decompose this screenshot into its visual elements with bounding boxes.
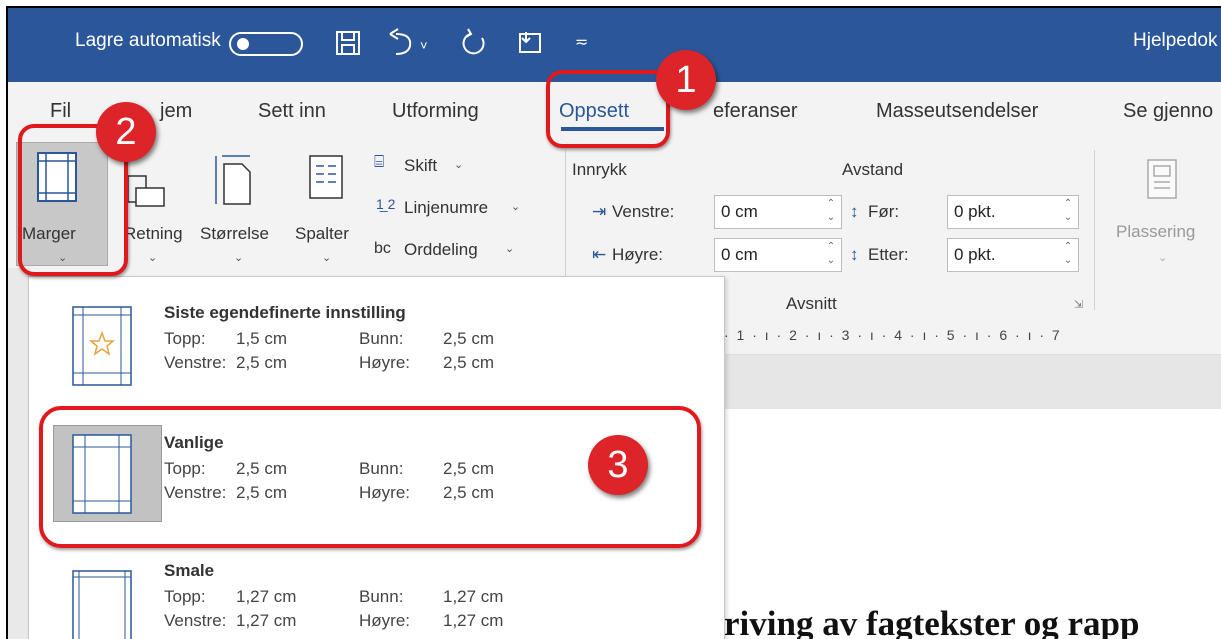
spacing-after-spinner[interactable]: ⌃ ⌄ xyxy=(1061,240,1075,270)
paragraph-group-label: Avsnitt xyxy=(786,294,837,313)
indent-left-icon: ⇥ xyxy=(592,202,607,221)
narrow-margins-icon xyxy=(72,570,132,639)
indent-left-spinner[interactable]: ⌃ ⌄ xyxy=(824,197,838,227)
spacing-before-spinner[interactable]: ⌃ ⌄ xyxy=(1061,197,1075,227)
breaks-button[interactable]: Skift xyxy=(404,156,437,176)
line-numbers-chevron-icon: ⌄ xyxy=(511,201,521,213)
left-margin-area xyxy=(8,268,30,639)
word-window: Lagre automatisk ˅ ≂ Hjelpedok Fil jem S… xyxy=(6,6,1221,639)
last-custom-bottom-value: 2,5 cm xyxy=(443,329,495,348)
narrow-title: Smale xyxy=(164,561,215,580)
breaks-chevron-icon: ⌄ xyxy=(454,159,464,171)
document-page[interactable]: riving av fagtekster og rapp xyxy=(724,409,1221,639)
ruler-ticks: · 1 · ı · 2 · ı · 3 · ı · 4 · ı · 5 · ı … xyxy=(724,327,1062,343)
last-custom-title: Siste egendefinerte innstilling xyxy=(164,303,406,322)
last-custom-left-label: Venstre: xyxy=(164,353,227,372)
indent-right-spinner[interactable]: ⌃ ⌄ xyxy=(824,240,838,270)
ribbon-separator xyxy=(1094,150,1095,310)
undo-dropdown-chevron-icon[interactable]: ˅ xyxy=(420,38,428,53)
columns-icon xyxy=(309,155,343,199)
orientation-label[interactable]: Retning xyxy=(124,224,183,244)
document-background xyxy=(724,355,1221,409)
indent-heading: Innrykk xyxy=(572,160,627,179)
orientation-icon xyxy=(127,175,165,207)
indent-left-label: Venstre: xyxy=(612,202,675,221)
narrow-right-value: 1,27 cm xyxy=(443,611,504,630)
callout-badge-1: 1 xyxy=(656,50,716,110)
spacing-after-input[interactable]: 0 pkt. xyxy=(947,238,1079,272)
spacing-after-label: Etter: xyxy=(868,245,909,264)
save-icon[interactable] xyxy=(333,28,363,58)
orientation-chevron-icon: ⌄ xyxy=(148,252,158,264)
tab-masseutsendelser[interactable]: Masseutsendelser xyxy=(876,100,1038,123)
last-custom-top-value: 1,5 cm xyxy=(236,329,288,348)
callout-badge-2: 2 xyxy=(96,102,156,162)
callout-badge-3: 3 xyxy=(588,435,648,495)
columns-label[interactable]: Spalter xyxy=(295,224,349,244)
narrow-right-label: Høyre: xyxy=(359,611,410,630)
customize-qat-icon[interactable]: ≂ xyxy=(575,32,588,52)
paragraph-dialog-launcher-icon[interactable]: ⇲ xyxy=(1074,298,1083,311)
narrow-top-value: 1,27 cm xyxy=(236,587,297,606)
tab-fil[interactable]: Fil xyxy=(50,100,71,123)
last-custom-bottom-label: Bunn: xyxy=(359,329,404,348)
position-label[interactable]: Plassering xyxy=(1116,222,1195,242)
document-heading[interactable]: riving av fagtekster og rapp xyxy=(724,604,1139,639)
narrow-top-label: Topp: xyxy=(164,587,206,606)
spacing-before-icon: ↕ xyxy=(850,202,859,221)
indent-right-input[interactable]: 0 cm xyxy=(714,238,842,272)
horizontal-ruler[interactable]: · 1 · ı · 2 · ı · 3 · ı · 4 · ı · 5 · ı … xyxy=(724,323,1221,355)
size-icon xyxy=(215,155,251,205)
undo-icon[interactable] xyxy=(386,28,418,58)
tab-referanser[interactable]: eferanser xyxy=(713,100,798,123)
spacing-before-label: Før: xyxy=(868,202,900,221)
tab-sett-inn[interactable]: Sett inn xyxy=(258,100,326,123)
breaks-icon: ⌸ xyxy=(374,152,385,171)
hyphenation-button[interactable]: Orddeling xyxy=(404,240,478,260)
tab-se-gjennom[interactable]: Se gjenno xyxy=(1123,100,1213,123)
last-custom-left-value: 2,5 cm xyxy=(236,353,288,372)
indent-left-input[interactable]: 0 cm xyxy=(714,195,842,229)
autosave-toggle[interactable] xyxy=(229,32,303,56)
size-label[interactable]: Størrelse xyxy=(200,224,269,244)
last-custom-top-label: Topp: xyxy=(164,329,206,348)
tab-utforming[interactable]: Utforming xyxy=(392,100,479,123)
indent-right-label: Høyre: xyxy=(612,245,663,264)
spacing-before-input[interactable]: 0 pkt. xyxy=(947,195,1079,229)
tab-hjem[interactable]: jem xyxy=(160,100,192,123)
narrow-bottom-value: 1,27 cm xyxy=(443,587,504,606)
spacing-after-icon: ↕ xyxy=(850,245,859,264)
option-last-custom[interactable]: Siste egendefinerte innstilling Topp: 1,… xyxy=(29,295,724,395)
last-custom-margins-icon xyxy=(72,306,132,386)
last-custom-right-label: Høyre: xyxy=(359,353,410,372)
hyphenation-chevron-icon: ⌄ xyxy=(505,243,515,255)
last-custom-right-value: 2,5 cm xyxy=(443,353,495,372)
callout-ring-oppsett xyxy=(546,70,670,148)
hyphenation-icon: bc xyxy=(374,240,391,257)
position-icon xyxy=(1147,159,1177,199)
size-chevron-icon: ⌄ xyxy=(234,252,244,264)
columns-chevron-icon: ⌄ xyxy=(322,252,332,264)
line-numbers-button[interactable]: Linjenumre xyxy=(404,198,488,218)
position-chevron-icon: ⌄ xyxy=(1158,252,1168,264)
indent-right-icon: ⇤ xyxy=(592,245,607,264)
narrow-left-label: Venstre: xyxy=(164,611,227,630)
narrow-bottom-label: Bunn: xyxy=(359,587,404,606)
option-narrow[interactable]: Smale Topp: 1,27 cm Bunn: 1,27 cm Venstr… xyxy=(29,559,724,639)
document-title: Hjelpedok xyxy=(1133,30,1218,51)
redo-icon[interactable] xyxy=(460,28,490,58)
autosave-label: Lagre automatisk xyxy=(75,30,221,51)
line-numbers-icon: 1̲ 2 xyxy=(376,196,396,212)
spacing-heading: Avstand xyxy=(842,160,904,179)
narrow-left-value: 1,27 cm xyxy=(236,611,297,630)
touch-mode-icon[interactable] xyxy=(516,28,546,58)
